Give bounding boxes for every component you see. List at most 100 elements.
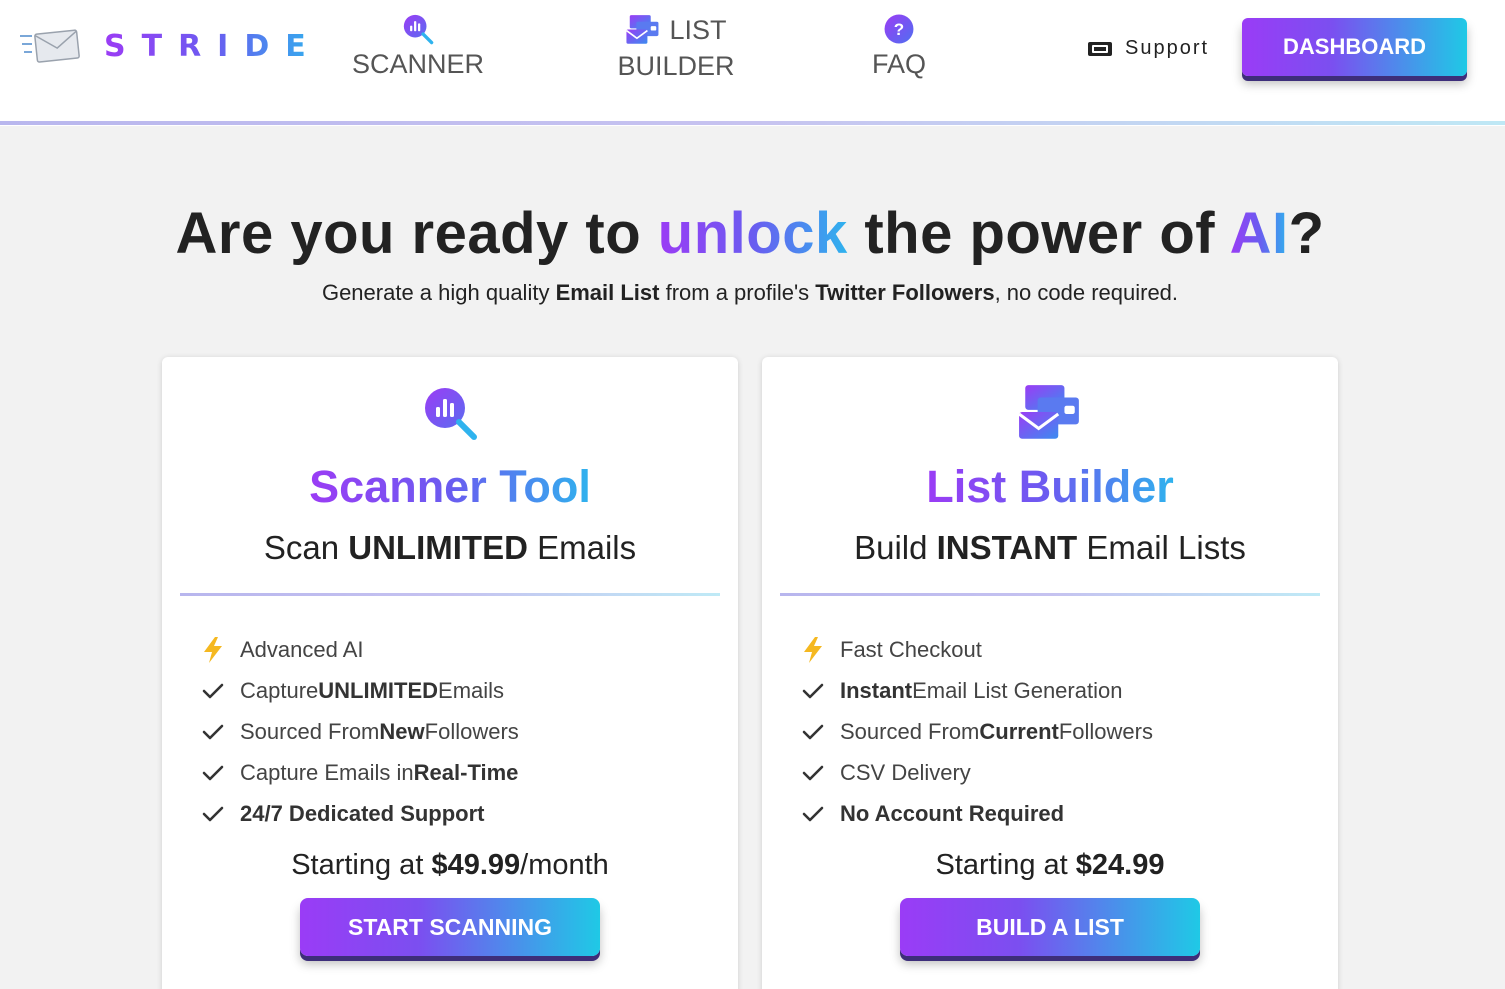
card-divider <box>180 593 720 596</box>
feature-text-bold: New <box>379 718 425 744</box>
question-circle-icon: ? <box>884 14 914 44</box>
feature-list: Advanced AI Capture UNLIMITED Emails Sou… <box>202 629 519 834</box>
feature-text-post: Emails <box>438 677 505 703</box>
feature-text-bold: Instant <box>840 677 913 703</box>
chart-magnifier-icon <box>425 388 477 440</box>
build-a-list-button[interactable]: BUILD A LIST <box>900 898 1200 956</box>
card-divider <box>780 593 1320 596</box>
chart-magnifier-icon <box>403 14 434 45</box>
feature-item: Sourced From New Followers <box>202 711 519 752</box>
feature-text-pre: Capture <box>240 677 319 703</box>
nav-list-builder-label-2: BUILDER <box>617 51 735 81</box>
feature-text-pre: Advanced AI <box>240 636 364 662</box>
feature-text-bold: Current <box>979 718 1059 744</box>
feature-text-bold: 24/7 Dedicated Support <box>240 800 485 826</box>
price-label: Starting at $24.99 <box>762 849 1338 882</box>
feature-text-post: Followers <box>424 718 519 744</box>
feature-text-bold: Real-Time <box>413 759 519 785</box>
nav-list-builder-label-1: LIST <box>669 15 727 45</box>
card-subtitle-post: Email Lists <box>1077 529 1246 566</box>
nav-scanner[interactable]: SCANNER <box>350 12 486 82</box>
card-subtitle: Scan UNLIMITED Emails <box>162 529 738 567</box>
card-title-text: List Builder <box>926 461 1174 512</box>
hero-title-highlight-ai: AI <box>1229 201 1289 266</box>
price-value: $49.99 <box>431 849 521 881</box>
svg-text:?: ? <box>894 20 904 39</box>
hero-sub-part-1: Generate a high quality <box>321 280 556 305</box>
hero-title: Are you ready to unlock the power of AI? <box>0 200 1500 267</box>
feature-text-bold: UNLIMITED <box>318 677 439 703</box>
price-label: Starting at $49.99/month <box>162 849 738 882</box>
card-subtitle-post: Emails <box>527 529 637 566</box>
card-icon-wrapper <box>162 383 738 443</box>
nav-list-builder-top-row: LIST <box>612 12 740 48</box>
support-link[interactable]: Support <box>1087 37 1209 60</box>
lightning-icon <box>202 636 240 663</box>
check-icon <box>802 723 840 741</box>
header-divider <box>0 121 1505 125</box>
nav-scanner-label: SCANNER <box>351 49 485 79</box>
hero-sub-part-3: , no code required. <box>994 280 1179 305</box>
feature-text-post: Followers <box>1058 718 1153 744</box>
check-icon <box>202 723 240 741</box>
card-subtitle-bold: INSTANT <box>936 529 1078 566</box>
price-post: /month <box>520 849 609 881</box>
hero-title-part-1: Are you ready to <box>175 201 658 266</box>
brand-logo-link[interactable]: STRIDE <box>20 26 322 66</box>
list-builder-card: List Builder Build INSTANT Email Lists F… <box>762 357 1338 989</box>
feature-item: 24/7 Dedicated Support <box>202 793 519 834</box>
feature-text-bold: No Account Required <box>840 800 1065 826</box>
feature-item: Advanced AI <box>202 629 519 670</box>
card-subtitle-pre: Scan <box>263 529 349 566</box>
price-pre: Starting at <box>291 849 432 881</box>
dashboard-button[interactable]: DASHBOARD <box>1242 18 1467 76</box>
stacked-envelopes-icon <box>626 15 659 44</box>
card-subtitle-pre: Build <box>854 529 937 566</box>
brand-name: STRIDE <box>104 28 322 64</box>
feature-item: Capture UNLIMITED Emails <box>202 670 519 711</box>
feature-text-pre: Capture Emails in <box>240 759 414 785</box>
feature-text-pre: Sourced From <box>240 718 380 744</box>
hero-sub-bold-1: Email List <box>555 280 660 305</box>
feature-item: CSV Delivery <box>802 752 1153 793</box>
stacked-envelopes-icon <box>1018 385 1079 439</box>
lightning-icon <box>802 636 840 663</box>
card-title: List Builder <box>762 461 1338 513</box>
nav-list-builder[interactable]: LIST BUILDER <box>612 12 740 84</box>
hero-title-highlight-unlock: unlock <box>657 201 848 266</box>
ticket-icon <box>1088 41 1112 56</box>
envelope-speed-icon <box>20 29 80 63</box>
nav-faq-label: FAQ <box>871 49 926 79</box>
card-icon-wrapper <box>762 383 1338 443</box>
feature-item: No Account Required <box>802 793 1153 834</box>
card-title: Scanner Tool <box>162 461 738 513</box>
price-pre: Starting at <box>935 849 1076 881</box>
check-icon <box>202 764 240 782</box>
check-icon <box>802 764 840 782</box>
price-value: $24.99 <box>1075 849 1165 881</box>
card-title-text: Scanner Tool <box>309 461 591 512</box>
check-icon <box>802 805 840 823</box>
start-scanning-button[interactable]: START SCANNING <box>300 898 600 956</box>
check-icon <box>202 682 240 700</box>
hero-sub-part-2: from a profile's <box>659 280 816 305</box>
hero-sub-bold-2: Twitter Followers <box>815 280 995 305</box>
top-navbar: STRIDE SCANNER LIST BUILDER ? FAQ Suppor… <box>0 0 1505 126</box>
check-icon <box>802 682 840 700</box>
feature-item: Capture Emails in Real-Time <box>202 752 519 793</box>
feature-text-post: Email List Generation <box>912 677 1123 703</box>
hero-subtitle: Generate a high quality Email List from … <box>0 280 1500 306</box>
feature-text-pre: Fast Checkout <box>840 636 982 662</box>
support-label: Support <box>1125 37 1210 59</box>
feature-text-pre: CSV Delivery <box>840 759 971 785</box>
check-icon <box>202 805 240 823</box>
hero-title-part-2: the power of <box>847 201 1230 266</box>
nav-faq[interactable]: ? FAQ <box>864 12 934 82</box>
feature-list: Fast Checkout Instant Email List Generat… <box>802 629 1153 834</box>
scanner-tool-card: Scanner Tool Scan UNLIMITED Emails Advan… <box>162 357 738 989</box>
feature-item: Sourced From Current Followers <box>802 711 1153 752</box>
feature-text-pre: Sourced From <box>840 718 980 744</box>
card-subtitle-bold: UNLIMITED <box>348 529 528 566</box>
feature-item: Fast Checkout <box>802 629 1153 670</box>
card-subtitle: Build INSTANT Email Lists <box>762 529 1338 567</box>
